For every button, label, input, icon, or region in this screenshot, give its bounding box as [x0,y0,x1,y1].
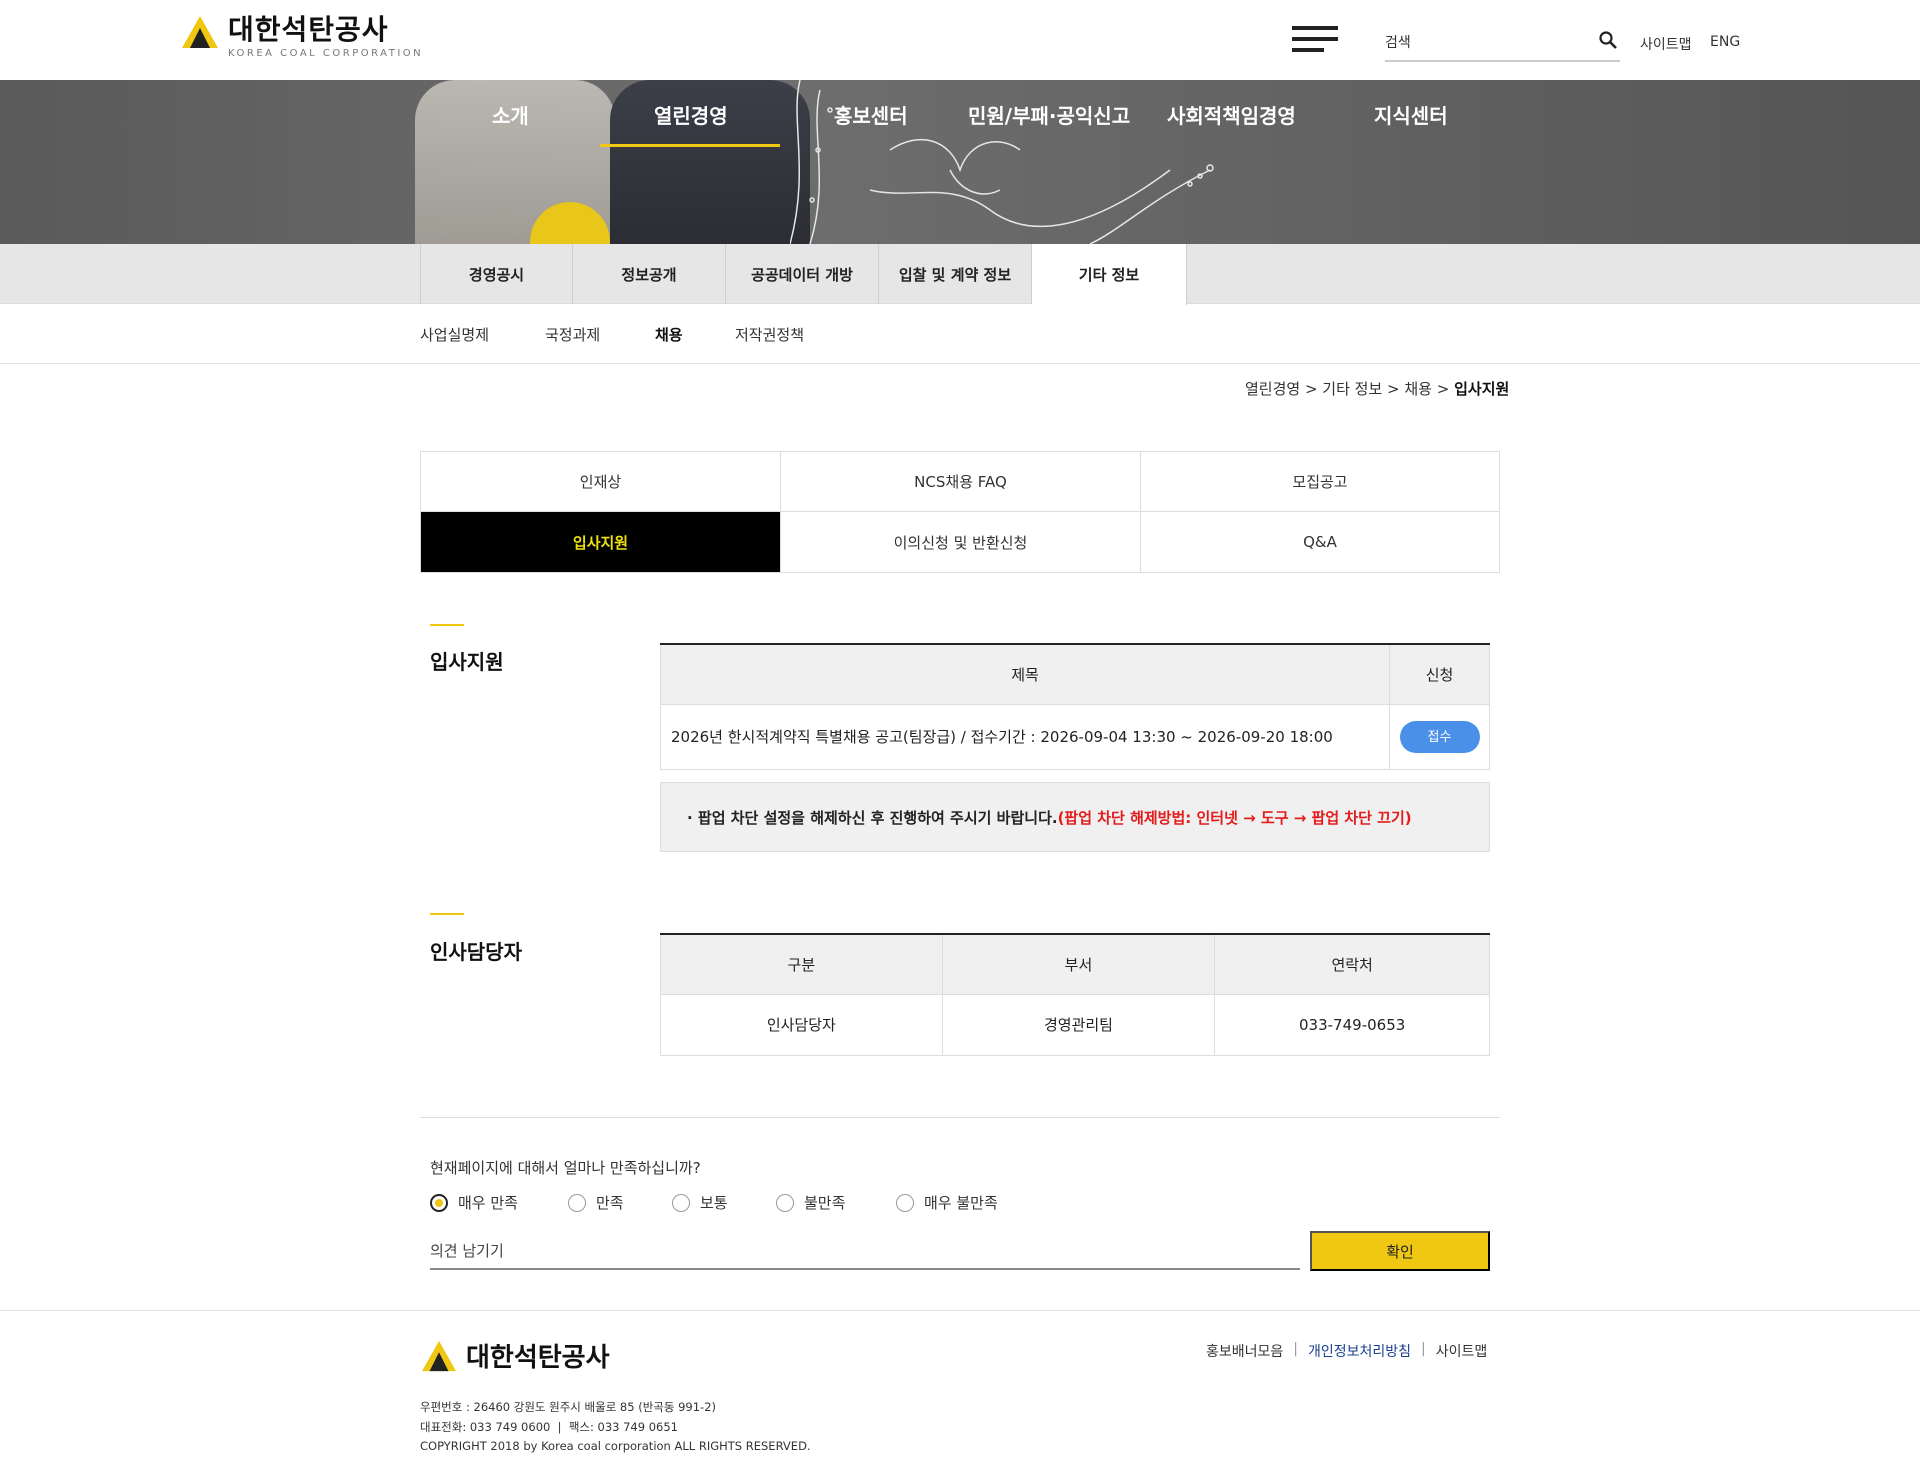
hr-cell-contact: 033-749-0653 [1214,993,1490,1056]
popup-notice: · 팝업 차단 설정을 해제하신 후 진행하여 주시기 바랍니다. (팝업 차단 … [660,782,1490,852]
survey-option-very-satisfied[interactable]: 매우 만족 [430,1192,518,1213]
survey-option-dissatisfied[interactable]: 불만족 [776,1192,845,1213]
radio-label: 매우 만족 [458,1194,518,1212]
breadcrumb: 열린경영 > 기타 정보 > 채용 > 입사지원 [1245,378,1509,399]
hr-contact-table: 구분 부서 연락처 인사담당자 경영관리팀 033-749-0653 [660,933,1490,1056]
opinion-input[interactable]: 의견 남기기 [430,1232,1300,1270]
english-link[interactable]: ENG [1710,34,1740,50]
radio-icon[interactable] [568,1193,586,1212]
subtab-management-disclosure[interactable]: 경영공시 [420,244,573,304]
apply-row-title[interactable]: 2026년 한시적계약직 특별채용 공고(팀장급) / 접수기간 : 2026-… [659,703,1391,770]
breadcrumb-current: 입사지원 [1454,380,1510,398]
global-navigation: 소개 열린경영 홍보센터 민원/부패·공익신고 사회적책임경영 지식센터 [0,80,1920,150]
third-navigation: 사업실명제 국정과제 채용 저작권정책 [0,304,1920,364]
breadcrumb-path[interactable]: 열린경영 > 기타 정보 > 채용 > [1245,380,1454,398]
sitemap-link[interactable]: 사이트맵 [1640,34,1692,54]
footer: 대한석탄공사 홍보배너모음 | 개인정보처리방침 | 사이트맵 우편번호 : 2… [0,1310,1920,1480]
search-icon[interactable] [1598,30,1618,50]
footer-link-sitemap[interactable]: 사이트맵 [1426,1341,1498,1361]
header: 대한석탄공사 KOREA COAL CORPORATION 검색 사이트맵 EN… [0,0,1920,80]
gnb-item-intro[interactable]: 소개 [492,100,529,129]
subtab-bidding-contract[interactable]: 입찰 및 계약 정보 [879,244,1032,304]
site-logo[interactable]: 대한석탄공사 KOREA COAL CORPORATION [180,14,423,59]
survey-question: 현재페이지에 대해서 얼마나 만족하십니까? [430,1159,701,1177]
tab-talent[interactable]: 인재상 [421,452,781,512]
subtab-information-disclosure[interactable]: 정보공개 [573,244,726,304]
apply-table: 제목 신청 2026년 한시적계약직 특별채용 공고(팀장급) / 접수기간 :… [659,643,1490,770]
tab-qna[interactable]: Q&A [1141,512,1499,572]
footer-link-privacy[interactable]: 개인정보처리방침 [1298,1341,1421,1361]
search-placeholder: 검색 [1385,35,1411,51]
hr-cell-category: 인사담당자 [660,993,943,1056]
gnb-item-complaint[interactable]: 민원/부패·공익신고 [968,100,1130,129]
hr-section-title: 인사담당자 [430,940,522,964]
logo-korean-name: 대한석탄공사 [228,13,389,46]
radio-icon[interactable] [896,1193,914,1212]
divider [420,1117,1500,1118]
third-item-business-real-name[interactable]: 사업실명제 [420,324,489,345]
recruitment-tab-grid: 인재상 NCS채용 FAQ 모집공고 입사지원 이의신청 및 반환신청 Q&A [420,451,1500,573]
apply-section-title: 입사지원 [430,650,504,674]
search-input[interactable]: 검색 [1385,26,1620,62]
gnb-item-social-responsibility[interactable]: 사회적책임경영 [1167,100,1296,129]
subtab-other-info[interactable]: 기타 정보 [1032,244,1187,305]
footer-address: 우편번호 : 26460 강원도 원주시 배울로 85 (반곡동 991-2) [420,1400,717,1414]
footer-logo[interactable]: 대한석탄공사 [420,1337,610,1374]
sub-navigation: 경영공시 정보공개 공공데이터 개방 입찰 및 계약 정보 기타 정보 [0,244,1920,305]
tab-ncs-faq[interactable]: NCS채용 FAQ [781,452,1141,512]
table-row: 인사담당자 경영관리팀 033-749-0653 [660,993,1490,1056]
notice-red-text: (팝업 차단 해제방법: 인터넷 → 도구 → 팝업 차단 끄기) [1057,808,1412,827]
third-item-recruitment[interactable]: 채용 [655,324,683,345]
survey-confirm-button[interactable]: 확인 [1310,1231,1490,1271]
tab-apply[interactable]: 입사지원 [421,512,781,572]
gnb-active-underline [600,144,780,147]
section-accent-bar [430,913,464,915]
radio-icon[interactable] [776,1193,794,1212]
hr-header-department: 부서 [941,934,1216,995]
menu-hamburger-icon[interactable] [1292,26,1338,52]
section-accent-bar [430,624,464,626]
radio-checked-icon[interactable] [430,1193,448,1212]
survey-option-neutral[interactable]: 보통 [672,1192,728,1213]
logo-triangle-icon [182,16,218,48]
hr-header-category: 구분 [660,934,943,995]
subtab-public-data[interactable]: 공공데이터 개방 [726,244,879,304]
third-item-national-tasks[interactable]: 국정과제 [545,324,600,345]
hero-banner: 소개 열린경영 홍보센터 민원/부패·공익신고 사회적책임경영 지식센터 [0,80,1920,244]
radio-icon[interactable] [672,1193,690,1212]
apply-header-title: 제목 [659,644,1391,705]
opinion-placeholder: 의견 남기기 [430,1242,504,1260]
survey-option-very-dissatisfied[interactable]: 매우 불만족 [896,1192,998,1213]
footer-copyright: COPYRIGHT 2018 by Korea coal corporation… [420,1439,811,1453]
logo-english-name: KOREA COAL CORPORATION [228,48,424,59]
radio-label: 불만족 [804,1194,846,1212]
notice-text: · 팝업 차단 설정을 해제하신 후 진행하여 주시기 바랍니다. [687,808,1058,827]
survey-option-satisfied[interactable]: 만족 [568,1192,624,1213]
table-row: 2026년 한시적계약직 특별채용 공고(팀장급) / 접수기간 : 2026-… [659,703,1490,770]
hr-cell-department: 경영관리팀 [941,993,1216,1056]
footer-logo-name: 대한석탄공사 [466,1343,610,1373]
gnb-item-knowledge-center[interactable]: 지식센터 [1374,100,1448,129]
logo-triangle-icon [422,1340,456,1371]
tab-job-postings[interactable]: 모집공고 [1141,452,1499,512]
third-item-copyright-policy[interactable]: 저작권정책 [735,324,804,345]
radio-label: 만족 [596,1194,624,1212]
apply-header-apply: 신청 [1389,644,1490,705]
hr-header-contact: 연락처 [1214,934,1490,995]
gnb-item-pr-center[interactable]: 홍보센터 [834,100,908,129]
gnb-item-open-management[interactable]: 열린경영 [654,100,728,129]
footer-links: 홍보배너모음 | 개인정보처리방침 | 사이트맵 [1196,1341,1497,1361]
footer-phone-fax: 대표전화: 033 749 0600 | 팩스: 033 749 0651 [420,1420,678,1434]
apply-submit-button[interactable]: 접수 [1399,720,1480,753]
radio-label: 보통 [700,1194,728,1212]
tab-objection-refund[interactable]: 이의신청 및 반환신청 [781,512,1141,572]
footer-link-banners[interactable]: 홍보배너모음 [1196,1341,1293,1361]
radio-label: 매우 불만족 [924,1194,998,1212]
